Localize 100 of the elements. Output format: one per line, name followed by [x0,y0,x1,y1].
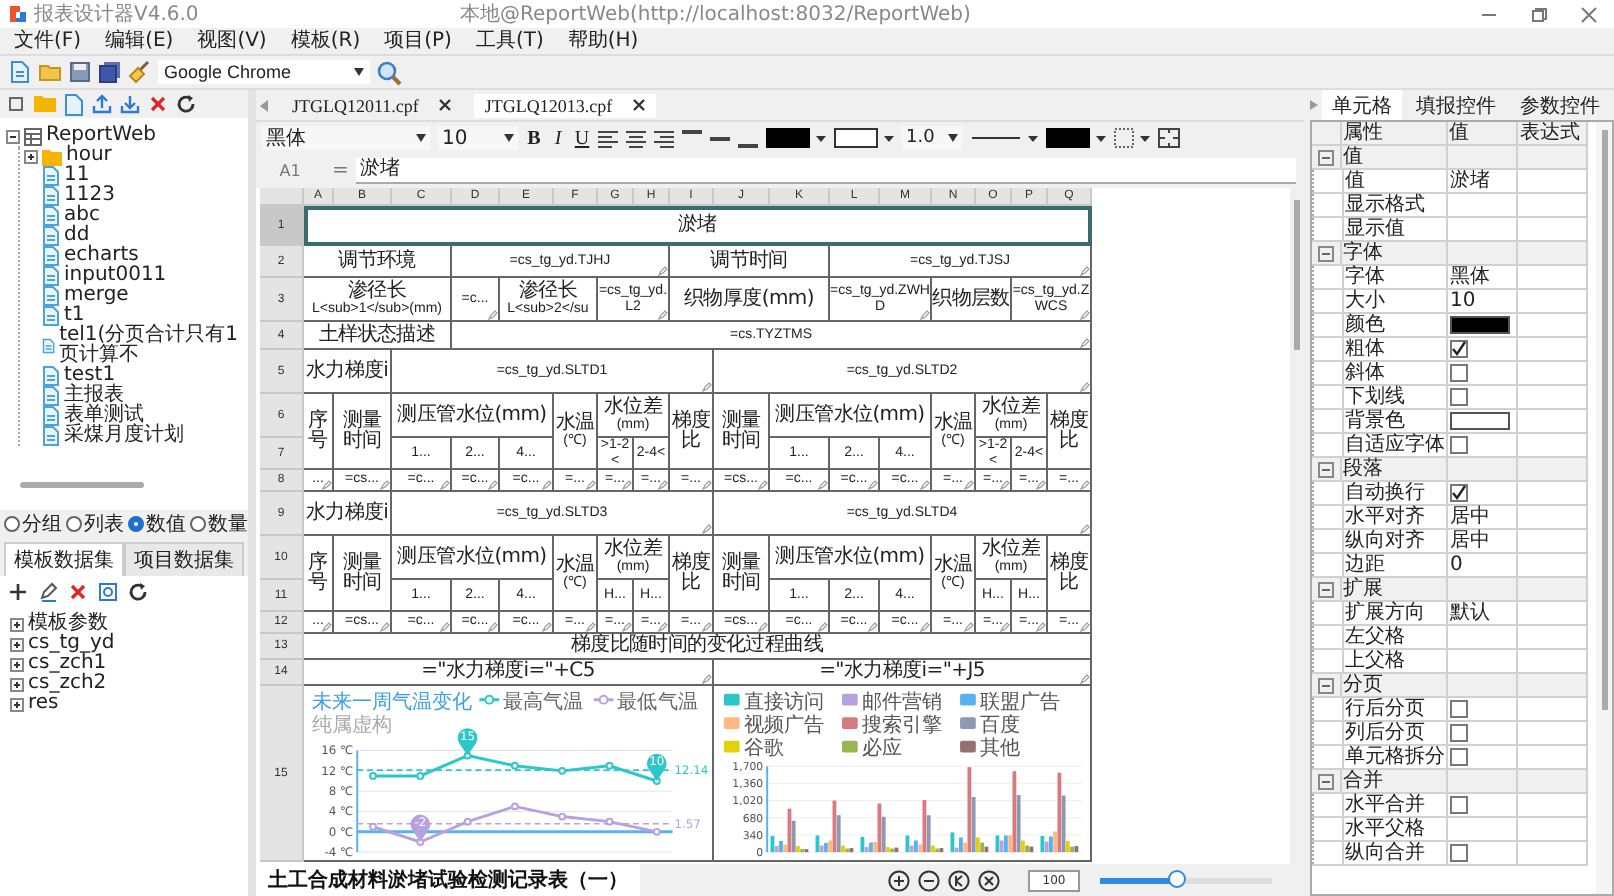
tree-item[interactable]: 采煤月度计划 [64,426,184,446]
checkbox[interactable] [1450,796,1469,814]
table-cell[interactable]: 织物层数 [932,278,1012,322]
property-value[interactable]: 黑体 [1450,266,1491,288]
checkbox[interactable] [1450,724,1469,742]
checkbox[interactable] [1450,340,1469,358]
legend-item[interactable]: 最低气温 [593,691,698,714]
document-tab[interactable]: JTGLQ12011.cpf [282,93,463,117]
dataset-tab[interactable]: 项目数据集 [124,542,244,576]
value-cell[interactable]: 0 [1448,554,1519,576]
tree-item[interactable]: 11 [64,166,90,186]
tree-item[interactable]: abc [64,206,100,226]
legend-item[interactable]: 必应 [841,738,902,761]
scrollbar-thumb[interactable] [1601,130,1607,710]
edit-icon[interactable] [38,582,58,602]
add-icon[interactable] [8,582,28,602]
search-icon[interactable] [376,59,402,85]
menu-item[interactable]: 视图(V) [197,29,267,53]
table-cell[interactable]: 织物厚度(mm) [670,278,830,322]
expand-icon[interactable] [10,677,24,691]
font-size-select[interactable]: 10 [438,126,518,150]
table-cell[interactable]: 序号 [304,536,334,612]
tree-item[interactable]: hour [66,146,112,166]
save-icon[interactable] [68,60,92,84]
value-cell[interactable] [1448,338,1519,360]
checkbox[interactable] [1450,748,1469,766]
legend-item[interactable]: 其他 [960,738,1020,761]
slider-thumb[interactable] [1167,869,1186,887]
collapse-icon[interactable] [6,129,20,143]
sheet-tab[interactable]: 土工合成材料淤堵试验检测记录表（一） [256,864,640,896]
menu-item[interactable]: 帮助(H) [567,29,639,53]
delete-icon[interactable] [148,94,168,114]
delete-icon[interactable] [68,582,88,602]
border-color-icon[interactable] [1046,128,1106,148]
radio-option[interactable]: 分组 [4,510,62,538]
actual-size-icon[interactable] [978,869,1000,891]
value-cell[interactable] [1448,386,1519,408]
tree-item[interactable]: test1 [64,366,116,386]
formula-input[interactable]: 淤堵 [356,158,1296,184]
legend-item[interactable]: 直接访问 [723,691,824,714]
table-cell[interactable]: 淤堵 [304,206,1092,246]
align-right-icon[interactable] [654,129,674,147]
property-value[interactable]: 居中 [1450,506,1491,528]
tree-item[interactable]: 1123 [64,186,115,206]
value-cell[interactable]: 淤堵 [1448,170,1519,192]
font-color-icon[interactable] [766,128,826,148]
save-all-icon[interactable] [98,60,122,84]
menu-item[interactable]: 编辑(E) [105,29,174,53]
value-cell[interactable]: 10 [1448,290,1519,312]
table-cell[interactable]: 序号 [304,394,334,470]
border-icon[interactable] [1114,128,1150,148]
color-swatch[interactable] [1450,412,1511,430]
legend-item[interactable]: 最高气温 [479,691,584,714]
table-cell[interactable]: 梯度比 [670,536,714,612]
radio-option[interactable]: 数值 [128,510,186,538]
tree-item[interactable]: dd [64,226,90,246]
table-cell[interactable]: 水力梯度i [304,492,392,536]
refresh-icon[interactable] [128,582,148,602]
legend-item[interactable]: 联盟广告 [960,691,1061,714]
collapse-arrow-icon[interactable] [260,99,270,111]
font-select[interactable]: 黑体 [262,126,430,150]
dataset-item[interactable]: cs_zch2 [28,674,107,694]
radio-option[interactable]: 数量 [190,510,248,538]
close-icon[interactable] [632,98,647,112]
square-icon[interactable] [6,94,26,114]
menu-item[interactable]: 工具(T) [475,29,544,53]
value-cell[interactable] [1448,746,1519,768]
value-cell[interactable]: 默认 [1448,602,1519,624]
expand-arrow-icon[interactable] [1310,100,1318,110]
legend-item[interactable]: 搜索引擎 [841,715,942,737]
table-cell[interactable]: 测压管水位(mm) [770,536,932,580]
tree-item[interactable]: t1 [64,306,85,326]
value-cell[interactable]: 居中 [1448,506,1519,528]
property-tab[interactable]: 填报控件 [1406,89,1506,121]
value-cell[interactable] [1448,482,1519,504]
table-cell[interactable]: 测压管水位(mm) [770,394,932,438]
document-tab[interactable]: JTGLQ12013.cpf [474,93,657,117]
table-cell[interactable]: 梯度比 [1048,536,1092,612]
table-cell[interactable]: 水力梯度i [304,350,392,394]
checkbox[interactable] [1450,484,1469,502]
dataset-item[interactable]: cs_zch1 [28,654,107,674]
font-style-button[interactable]: B [526,127,542,149]
zoom-in-icon[interactable] [888,869,910,891]
tree-item[interactable]: echarts [64,246,139,266]
menu-item[interactable]: 项目(P) [384,29,452,53]
value-cell[interactable]: 居中 [1448,530,1519,552]
open-folder-icon[interactable] [38,60,62,84]
property-tab[interactable]: 单元格 [1322,89,1402,121]
preview-icon[interactable] [98,582,118,602]
dataset-item[interactable]: cs_tg_yd [28,634,115,654]
dataset-item[interactable]: res [28,694,59,714]
tree-item[interactable]: merge [64,286,129,306]
checkbox[interactable] [1450,700,1469,718]
property-value[interactable]: 10 [1450,290,1476,312]
browser-select[interactable]: Google Chrome [158,60,370,84]
checkbox[interactable] [1450,388,1469,406]
table-cell[interactable]: 测压管水位(mm) [392,394,554,438]
merge-cells-icon[interactable] [1158,128,1180,148]
property-value[interactable]: 淤堵 [1450,170,1491,192]
value-cell[interactable] [1448,314,1519,336]
